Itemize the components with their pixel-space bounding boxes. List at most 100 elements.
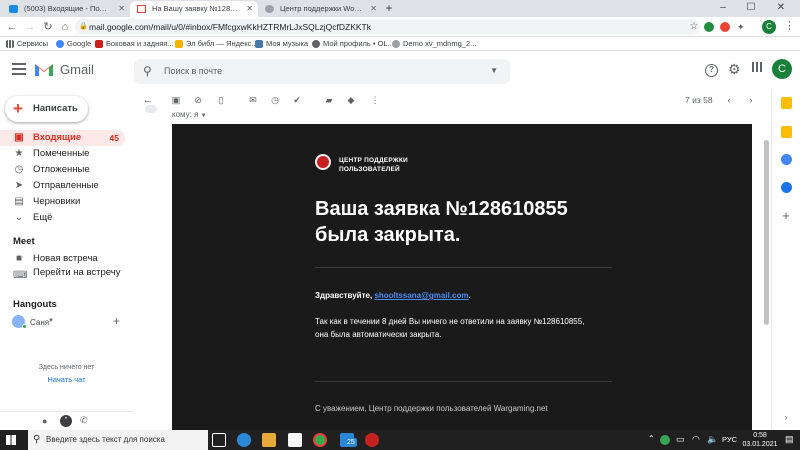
new-tab-button[interactable]: +: [382, 1, 396, 15]
hangouts-user-name[interactable]: Саня: [30, 318, 49, 327]
volume-icon[interactable]: 🔈: [707, 434, 718, 445]
start-chat-link[interactable]: Начать чат: [0, 375, 133, 384]
close-tab-icon[interactable]: ✕: [370, 1, 377, 17]
tray-app-icon[interactable]: [660, 435, 670, 445]
close-window-button[interactable]: ✕: [770, 0, 792, 17]
language-indicator[interactable]: РУС: [722, 435, 737, 444]
tasks-icon[interactable]: [781, 154, 792, 165]
bookmark-bokovaya[interactable]: Боковая и задняя...: [95, 37, 174, 51]
close-tab-icon[interactable]: ✕: [246, 1, 253, 17]
more-options-icon[interactable]: ⋮: [369, 94, 381, 106]
nav-snoozed[interactable]: ◷ Отложенные: [0, 162, 125, 178]
browser-tab-wargaming[interactable]: Центр поддержки World of Wa ✕: [258, 1, 382, 17]
browser-tab-mailru[interactable]: (5003) Входящие - Почта Mail.ru ✕: [2, 1, 130, 17]
wargaming-favicon: [265, 5, 274, 13]
google-apps-icon[interactable]: [752, 62, 762, 72]
search-input[interactable]: Поиск в почте: [164, 66, 222, 76]
person-icon[interactable]: ●: [42, 416, 47, 426]
help-icon[interactable]: ?: [705, 64, 718, 77]
reload-icon[interactable]: ↻: [40, 19, 56, 35]
nav-drafts[interactable]: ▤ Черновики: [0, 194, 125, 210]
battery-icon[interactable]: ▭: [676, 434, 685, 445]
notifications-icon[interactable]: ▤: [785, 434, 794, 445]
extension-check-icon[interactable]: [704, 22, 714, 32]
bookmark-el-bibl[interactable]: Эл библ — Яндекс...: [175, 37, 258, 51]
send-icon: ➤: [14, 180, 24, 191]
account-avatar[interactable]: C: [772, 59, 792, 79]
greeting-line: Здравствуйте, shooltssana@gmail.com.: [315, 291, 471, 300]
keep-icon[interactable]: [781, 126, 792, 138]
compose-plus-icon: +: [13, 99, 23, 118]
search-box[interactable]: ⚲ Поиск в почте ▼: [134, 59, 510, 84]
file-explorer-icon[interactable]: [262, 433, 276, 447]
message-scrollbar[interactable]: [764, 140, 769, 325]
chrome-icon[interactable]: [313, 433, 327, 447]
phone-icon[interactable]: ✆: [80, 415, 88, 426]
bookmark-profile[interactable]: Мой профиль • OL...: [312, 37, 394, 51]
bookmark-music[interactable]: Моя музыка: [255, 37, 308, 51]
side-panel: + ›: [771, 90, 800, 430]
network-icon[interactable]: ◠: [692, 434, 700, 445]
menu-dots-icon[interactable]: ⋮: [784, 19, 795, 32]
tray-chevron-icon[interactable]: ⌃: [648, 434, 655, 443]
minimize-button[interactable]: –: [712, 0, 734, 17]
label-icon[interactable]: ◆: [345, 94, 357, 106]
add-chat-icon[interactable]: +: [113, 314, 120, 328]
windows-start-icon[interactable]: [6, 435, 16, 445]
edge-icon[interactable]: [237, 433, 251, 447]
clock[interactable]: 0:58 03.01.2021: [740, 431, 780, 449]
nav-inbox[interactable]: ▣ Входящие 45: [0, 130, 125, 146]
contacts-icon[interactable]: [781, 182, 792, 193]
add-task-icon[interactable]: ✔: [291, 94, 303, 106]
bookmarks-bar: Сервисы Google Боковая и задняя... Эл би…: [0, 37, 800, 51]
browser-tab-strip: (5003) Входящие - Почта Mail.ru ✕ На Ваш…: [0, 0, 800, 17]
report-spam-icon[interactable]: ⊘: [192, 94, 204, 106]
email-content: ЦЕНТР ПОДДЕРЖКИ ПОЛЬЗОВАТЕЛЕЙ Ваша заявк…: [172, 124, 752, 430]
nav-starred[interactable]: ★ Помеченные: [0, 146, 125, 162]
browser-tab-gmail[interactable]: На Вашу заявку №128610855 бы ✕: [130, 1, 258, 17]
main-menu-icon[interactable]: [12, 63, 26, 75]
puzzle-icon[interactable]: ✦: [737, 22, 747, 32]
older-chevron-icon[interactable]: ›: [745, 94, 757, 106]
bookmark-demo[interactable]: Demo xv_mdnmg_2...: [392, 37, 476, 51]
recipient-line[interactable]: кому: я ▼: [172, 110, 207, 119]
forward-icon[interactable]: →: [22, 19, 38, 35]
task-view-icon[interactable]: [212, 433, 226, 447]
email-link[interactable]: shooltssana@gmail.com: [374, 291, 468, 300]
nav-sent[interactable]: ➤ Отправленные: [0, 178, 125, 194]
expand-panel-icon[interactable]: ›: [780, 412, 792, 424]
maximize-button[interactable]: ☐: [740, 0, 762, 17]
close-tab-icon[interactable]: ✕: [118, 1, 125, 17]
meet-join-meeting[interactable]: ⌨ Перейти на встречу: [0, 265, 125, 293]
gmail-logo-icon[interactable]: [34, 61, 54, 77]
calendar-icon[interactable]: [781, 97, 792, 109]
bookmark-star-icon[interactable]: ☆: [686, 19, 702, 35]
address-bar[interactable]: 🔒 mail.google.com/mail/u/0/#inbox/FMfcgx…: [75, 19, 700, 35]
url-text: mail.google.com/mail/u/0/#inbox/FMfcgxwK…: [89, 22, 371, 32]
search-icon[interactable]: ⚲: [143, 64, 152, 78]
nav-more[interactable]: ⌄ Ещё: [0, 210, 125, 226]
get-addons-icon[interactable]: +: [780, 209, 792, 222]
user-dropdown-icon[interactable]: ▼: [48, 318, 54, 324]
world-of-tanks-icon[interactable]: [365, 433, 379, 447]
profile-avatar[interactable]: C: [762, 20, 776, 34]
search-options-icon[interactable]: ▼: [490, 66, 498, 75]
mark-unread-icon[interactable]: ✉: [247, 94, 259, 106]
taskbar-search[interactable]: ⚲ Введите здесь текст для поиска: [28, 430, 208, 450]
recipient-details-icon[interactable]: ▼: [201, 113, 207, 119]
archive-icon[interactable]: ▣: [170, 94, 182, 106]
home-icon[interactable]: ⌂: [57, 19, 73, 35]
bookmark-google[interactable]: Google: [56, 37, 91, 51]
support-center-brand: ЦЕНТР ПОДДЕРЖКИ ПОЛЬЗОВАТЕЛЕЙ: [339, 157, 408, 173]
settings-gear-icon[interactable]: ⚙: [728, 61, 741, 78]
store-icon[interactable]: [288, 433, 302, 447]
delete-icon[interactable]: ▯: [215, 94, 227, 106]
extension-icon[interactable]: [720, 22, 730, 32]
bookmark-services[interactable]: Сервисы: [6, 37, 48, 51]
compose-button[interactable]: + Написать: [5, 96, 88, 122]
newer-chevron-icon[interactable]: ‹: [723, 94, 735, 106]
snooze-icon[interactable]: ◷: [269, 94, 281, 106]
back-icon[interactable]: ←: [4, 19, 20, 35]
move-to-icon[interactable]: ▰: [323, 94, 335, 106]
hangouts-quote-icon[interactable]: ”: [60, 415, 72, 427]
